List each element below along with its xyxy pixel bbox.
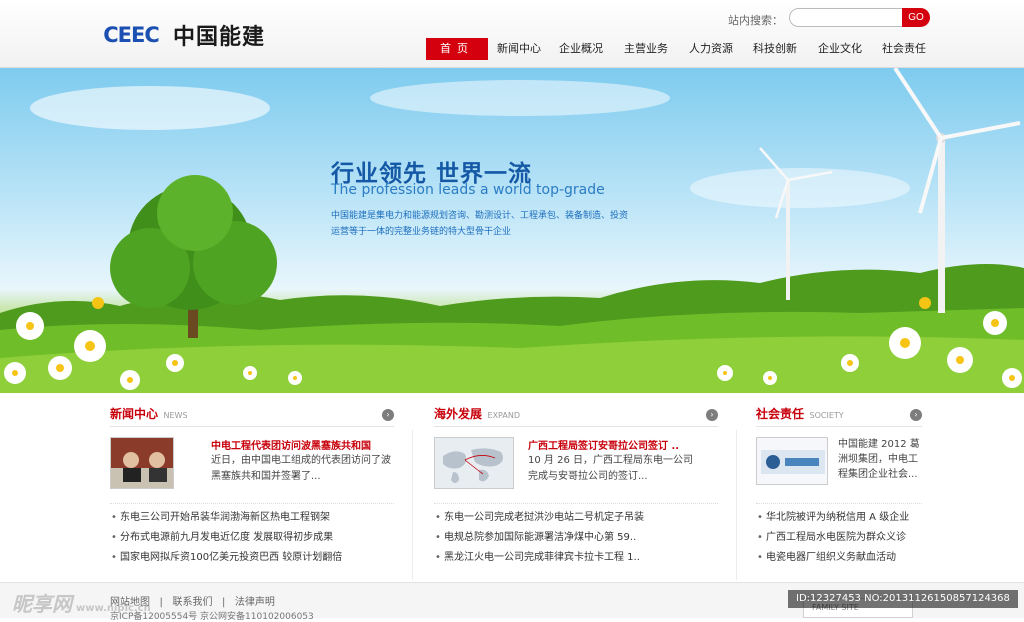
overseas-feature-title[interactable]: 广西工程局签订安哥拉公司签订 .. — [528, 437, 718, 452]
hero-banner: 行业领先 世界一流 The profession leads a world t… — [0, 68, 1024, 393]
list-item[interactable]: 华北院被评为纳税信用 A 级企业 — [756, 508, 922, 528]
overseas-subtitle: EXPAND — [487, 411, 520, 420]
overseas-column: 海外发展 EXPAND › 广西工程局签订安哥拉公司签订 .. 10 月 26 … — [434, 405, 718, 568]
search-label: 站内搜索： — [728, 14, 783, 27]
search-go-button[interactable]: GO — [902, 8, 930, 27]
overseas-feature[interactable]: 广西工程局签订安哥拉公司签订 .. 10 月 26 日，广西工程局东电一公司完成… — [434, 437, 718, 503]
list-item[interactable]: 广西工程局水电医院为群众义诊 — [756, 528, 922, 548]
news-more-icon[interactable]: › — [382, 409, 394, 421]
image-id-label: ID:12327453 NO:20131126150857124368 — [788, 590, 1018, 608]
search-input[interactable] — [789, 8, 909, 27]
nav-item-hr[interactable]: 人力资源 — [678, 38, 744, 60]
nav-item-csr[interactable]: 社会责任 — [874, 38, 934, 60]
list-item[interactable]: 电瓷电器厂组织义务献血活动 — [756, 548, 922, 568]
csr-list: 华北院被评为纳税信用 A 级企业 广西工程局水电医院为群众义诊 电瓷电器厂组织义… — [756, 503, 922, 568]
news-feature[interactable]: 中电工程代表团访问波黑塞族共和国 近日，由中国电工组成的代表团访问了波黑塞族共和… — [110, 437, 394, 503]
csr-more-icon[interactable]: › — [910, 409, 922, 421]
banner-subtitle: The profession leads a world top-grade — [331, 182, 605, 198]
nav-item-tech[interactable]: 科技创新 — [744, 38, 806, 60]
news-list: 东电三公司开始吊装华润渤海新区热电工程钢架 分布式电源前九月发电近亿度 发展取得… — [110, 503, 394, 568]
csr-column: 社会责任 SOCIETY › 中国能建 2012 葛洲坝集团，中电工程集团企业社… — [756, 405, 922, 568]
csr-feature-text: 中国能建 2012 葛洲坝集团，中电工程集团企业社会... — [838, 439, 920, 480]
banner-description: 中国能建是集电力和能源规划咨询、勘测设计、工程承包、装备制造、投资运营等于一体的… — [331, 211, 629, 237]
footer-link-contact[interactable]: 联系我们 — [172, 597, 212, 608]
watermark-url: www.nipic.cn — [76, 603, 151, 614]
overseas-more-icon[interactable]: › — [706, 409, 718, 421]
news-feature-title[interactable]: 中电工程代表团访问波黑塞族共和国 — [211, 437, 394, 452]
nav-item-about[interactable]: 企业概况 — [548, 38, 614, 60]
overseas-feature-text: 10 月 26 日，广西工程局东电一公司完成与安哥拉公司的签订... — [528, 455, 693, 482]
logo[interactable]: CEEC 中国能建 — [95, 20, 265, 50]
csr-header: 社会责任 SOCIETY › — [756, 405, 922, 427]
column-divider — [736, 430, 737, 580]
logo-mark: CEEC — [95, 22, 167, 48]
column-divider — [412, 430, 413, 580]
logo-text: 中国能建 — [173, 25, 266, 50]
overseas-title: 海外发展 — [434, 407, 483, 421]
watermark-brand: 昵享网 — [12, 592, 72, 616]
main-nav: 首页 新闻中心 企业概况 主营业务 人力资源 科技创新 企业文化 社会责任 — [426, 38, 934, 60]
world-map-thumbnail[interactable] — [434, 437, 514, 489]
logo-mark-text: CEEC — [103, 23, 160, 47]
nav-item-home[interactable]: 首页 — [426, 38, 488, 60]
nav-item-business[interactable]: 主营业务 — [614, 38, 678, 60]
news-column: 新闻中心 NEWS › 中电工程代表团访问波黑塞族共和国 近日，由中国电工组成的… — [110, 405, 394, 568]
nav-item-news[interactable]: 新闻中心 — [490, 38, 548, 60]
news-thumbnail[interactable] — [110, 437, 174, 489]
news-title: 新闻中心 — [110, 407, 159, 421]
overseas-header: 海外发展 EXPAND › — [434, 405, 718, 427]
overseas-list: 东电一公司完成老挝洪沙电站二号机定子吊装 电规总院参加国际能源署洁净煤中心第 5… — [434, 503, 718, 568]
csr-feature[interactable]: 中国能建 2012 葛洲坝集团，中电工程集团企业社会... — [756, 437, 922, 503]
site-header: CEEC 中国能建 站内搜索： GO 首页 新闻中心 企业概况 主营业务 人力资… — [0, 0, 1024, 68]
csr-thumbnail[interactable] — [756, 437, 828, 485]
footer-link-legal[interactable]: 法律声明 — [235, 597, 275, 608]
csr-title: 社会责任 — [756, 407, 805, 421]
list-item[interactable]: 电规总院参加国际能源署洁净煤中心第 59.. — [434, 528, 718, 548]
watermark: 昵享网 www.nipic.cn — [12, 588, 151, 617]
list-item[interactable]: 黑龙江火电一公司完成菲律宾卡拉卡工程 1.. — [434, 548, 718, 568]
news-header: 新闻中心 NEWS › — [110, 405, 394, 427]
csr-subtitle: SOCIETY — [809, 411, 844, 420]
list-item[interactable]: 东电三公司开始吊装华润渤海新区热电工程钢架 — [110, 508, 394, 528]
news-feature-text: 近日，由中国电工组成的代表团访问了波黑塞族共和国并签署了... — [211, 455, 391, 482]
list-item[interactable]: 国家电网拟斥资100亿美元投资巴西 较原计划翻倍 — [110, 548, 394, 568]
nav-item-culture[interactable]: 企业文化 — [806, 38, 874, 60]
news-subtitle: NEWS — [163, 411, 188, 420]
list-item[interactable]: 东电一公司完成老挝洪沙电站二号机定子吊装 — [434, 508, 718, 528]
list-item[interactable]: 分布式电源前九月发电近亿度 发展取得初步成果 — [110, 528, 394, 548]
